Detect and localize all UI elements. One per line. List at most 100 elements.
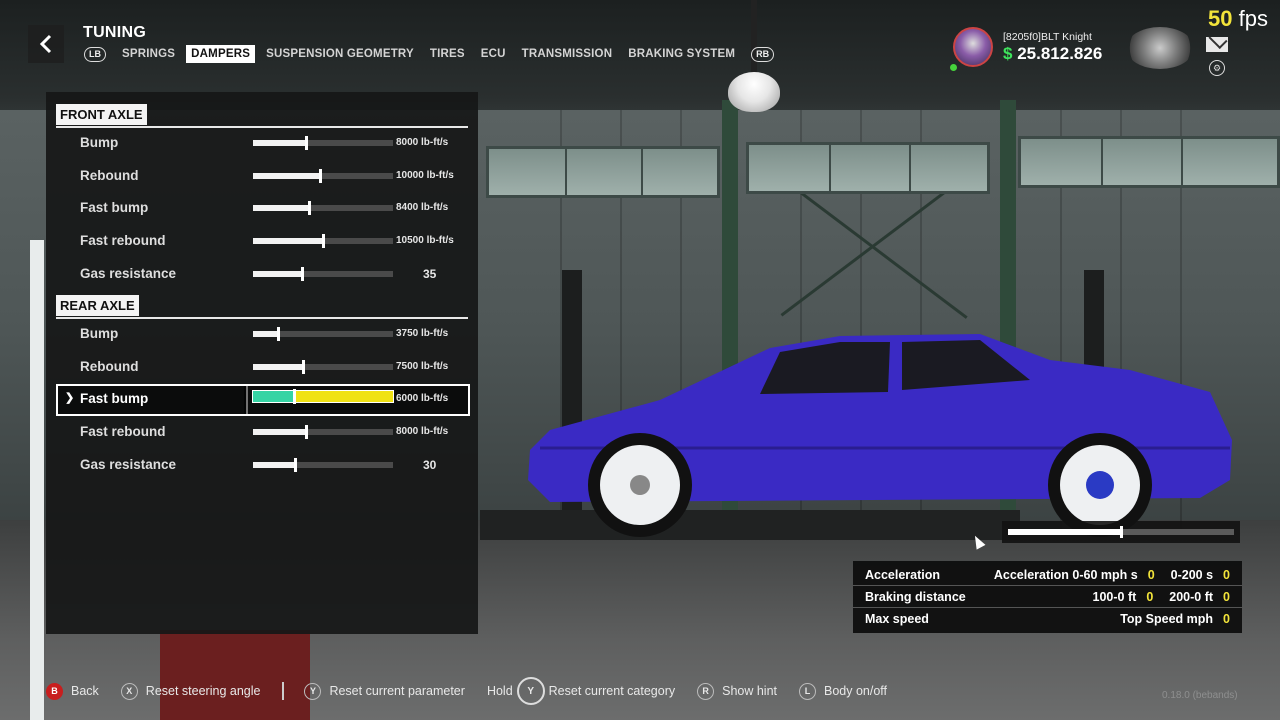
- hint-show-hint[interactable]: R Show hint: [697, 682, 778, 700]
- tuning-row[interactable]: Gas resistance 35: [56, 259, 468, 289]
- tuning-row[interactable]: ❯ Fast bump 6000 lb-ft/s: [56, 384, 470, 417]
- tuning-slider-fill: [253, 270, 302, 277]
- tuning-slider-handle[interactable]: [308, 201, 311, 216]
- tuning-slider-handle[interactable]: [294, 457, 297, 472]
- x-button-icon: X: [120, 682, 138, 700]
- fps-value: 50: [1208, 6, 1233, 31]
- tuning-row-value: 8000 lb-ft/s: [396, 137, 449, 148]
- hint-reset-parameter[interactable]: Y Reset current parameter: [304, 682, 465, 700]
- tab-transmission[interactable]: TRANSMISSION: [517, 45, 618, 63]
- tuning-slider[interactable]: [253, 201, 393, 216]
- tuning-row[interactable]: Gas resistance 30: [56, 450, 468, 480]
- garage-window: [486, 146, 720, 198]
- hint-label: Reset current category: [548, 684, 676, 698]
- tuning-slider[interactable]: [253, 425, 393, 440]
- tuning-row[interactable]: Rebound 10000 lb-ft/s: [56, 161, 468, 191]
- tuning-slider[interactable]: [252, 389, 394, 405]
- back-arrow-button[interactable]: [28, 25, 64, 63]
- b-button-icon: B: [46, 682, 63, 700]
- tuning-slider[interactable]: [253, 327, 393, 341]
- turbo-part-icon: [1126, 27, 1194, 69]
- hint-reset-steering[interactable]: X Reset steering angle: [120, 682, 261, 700]
- stat-name: Max speed: [865, 612, 929, 626]
- y-button-icon: Y: [304, 682, 322, 700]
- tuning-row[interactable]: Bump 3750 lb-ft/s: [56, 319, 468, 349]
- tab-suspension-geometry[interactable]: SUSPENSION GEOMETRY: [261, 45, 419, 63]
- preview-slider-handle[interactable]: [1120, 526, 1123, 538]
- stat-value: 0: [1223, 590, 1230, 604]
- tuning-slider[interactable]: [253, 234, 393, 249]
- tuning-row[interactable]: Bump 8000 lb-ft/s: [56, 128, 468, 158]
- tab-tires[interactable]: TIRES: [425, 45, 470, 63]
- button-hints-bar: B Back X Reset steering angle Y Reset cu…: [46, 677, 909, 705]
- tuning-slider[interactable]: [253, 457, 393, 472]
- tab-dampers[interactable]: DAMPERS: [186, 45, 256, 63]
- tuning-slider[interactable]: [253, 168, 393, 183]
- tuning-row-label: Bump: [80, 326, 119, 341]
- stat-row-braking: Braking distance 100-0 ft 0 200-0 ft 0: [853, 585, 1242, 608]
- stat-value: 0: [1146, 590, 1154, 604]
- tuning-row-value: 10500 lb-ft/s: [396, 235, 454, 247]
- tuning-row-label: Fast bump: [80, 200, 149, 216]
- tab-springs[interactable]: SPRINGS: [117, 45, 180, 63]
- tuning-row[interactable]: Fast bump 8400 lb-ft/s: [56, 193, 468, 223]
- tuning-slider-handle[interactable]: [305, 425, 309, 440]
- tuning-row-label: Gas resistance: [80, 456, 177, 472]
- front-axle-header: FRONT AXLE: [56, 104, 468, 128]
- player-name: [8205f0]BLT Knight: [1003, 31, 1092, 43]
- hint-label: Reset steering angle: [145, 684, 261, 698]
- tuning-slider-fill: [253, 172, 321, 179]
- section-title: FRONT AXLE: [56, 104, 147, 125]
- tab-ecu[interactable]: ECU: [476, 45, 511, 63]
- tuning-slider-handle[interactable]: [322, 234, 325, 249]
- tuning-slider-fill: [253, 205, 309, 212]
- tuning-slider-fill: [253, 363, 304, 370]
- rb-bumper-icon[interactable]: RB: [751, 46, 775, 62]
- tuning-row-value: 8000 lb-ft/s: [396, 426, 449, 438]
- tuning-slider-handle[interactable]: [302, 359, 306, 374]
- tuning-slider-handle[interactable]: [319, 168, 323, 183]
- tuning-slider[interactable]: [253, 266, 393, 281]
- lb-bumper-icon[interactable]: LB: [84, 46, 106, 62]
- tuning-row[interactable]: Rebound 7500 lb-ft/s: [56, 352, 468, 382]
- tuning-row[interactable]: Fast rebound 10500 lb-ft/s: [56, 226, 468, 256]
- tuning-slider[interactable]: [253, 359, 393, 374]
- tuning-row-value: 10000 lb-ft/s: [396, 169, 454, 181]
- avatar[interactable]: [953, 27, 993, 67]
- tuning-slider-handle[interactable]: [301, 266, 304, 281]
- tab-braking-system[interactable]: BRAKING SYSTEM: [623, 45, 740, 63]
- fps-unit: fps: [1238, 6, 1268, 31]
- hint-label: Show hint: [722, 684, 778, 698]
- y-button-hold-icon: Y: [516, 677, 545, 705]
- money-display: $ 25.812.826: [1003, 44, 1102, 64]
- settings-round-icon[interactable]: ⚙: [1209, 60, 1225, 76]
- tuning-row-value: 30: [423, 457, 437, 472]
- mail-icon[interactable]: [1206, 37, 1228, 52]
- currency-symbol: $: [1003, 44, 1013, 63]
- dampers-panel: FRONT AXLE Bump 8000 lb-ft/s Rebound 1000…: [46, 92, 478, 634]
- tuning-slider[interactable]: [253, 136, 393, 150]
- tuning-row-label: Fast rebound: [80, 424, 166, 440]
- hint-reset-category[interactable]: Hold Y Reset current category: [487, 677, 675, 705]
- stat-value: 0: [1223, 612, 1230, 626]
- car-preview[interactable]: [510, 330, 1240, 540]
- page-title: TUNING: [83, 24, 147, 41]
- hint-body-toggle[interactable]: L Body on/off: [799, 682, 888, 700]
- hint-label: Body on/off: [824, 684, 888, 698]
- tuning-row[interactable]: Fast rebound 8000 lb-ft/s: [56, 417, 468, 447]
- tuning-slider-fill: [253, 429, 307, 436]
- hint-hold-label: Hold: [486, 684, 513, 698]
- hint-back[interactable]: B Back: [46, 682, 99, 700]
- stat-label: Acceleration 0-60 mph s: [993, 568, 1138, 582]
- right-stick-icon: R: [697, 682, 715, 700]
- preview-slider-track[interactable]: [1008, 526, 1234, 538]
- preview-slider[interactable]: [1002, 521, 1240, 543]
- garage-window: [746, 142, 990, 194]
- stat-row-acceleration: Acceleration Acceleration 0-60 mph s 0 0…: [853, 563, 1242, 586]
- tuning-slider-handle[interactable]: [305, 136, 309, 150]
- chevron-left-icon: [39, 34, 52, 54]
- hint-label: Reset current parameter: [329, 684, 465, 698]
- tuning-slider-handle[interactable]: [277, 327, 281, 341]
- tuning-row-label: Rebound: [80, 358, 139, 374]
- tuning-slider-handle[interactable]: [292, 389, 296, 405]
